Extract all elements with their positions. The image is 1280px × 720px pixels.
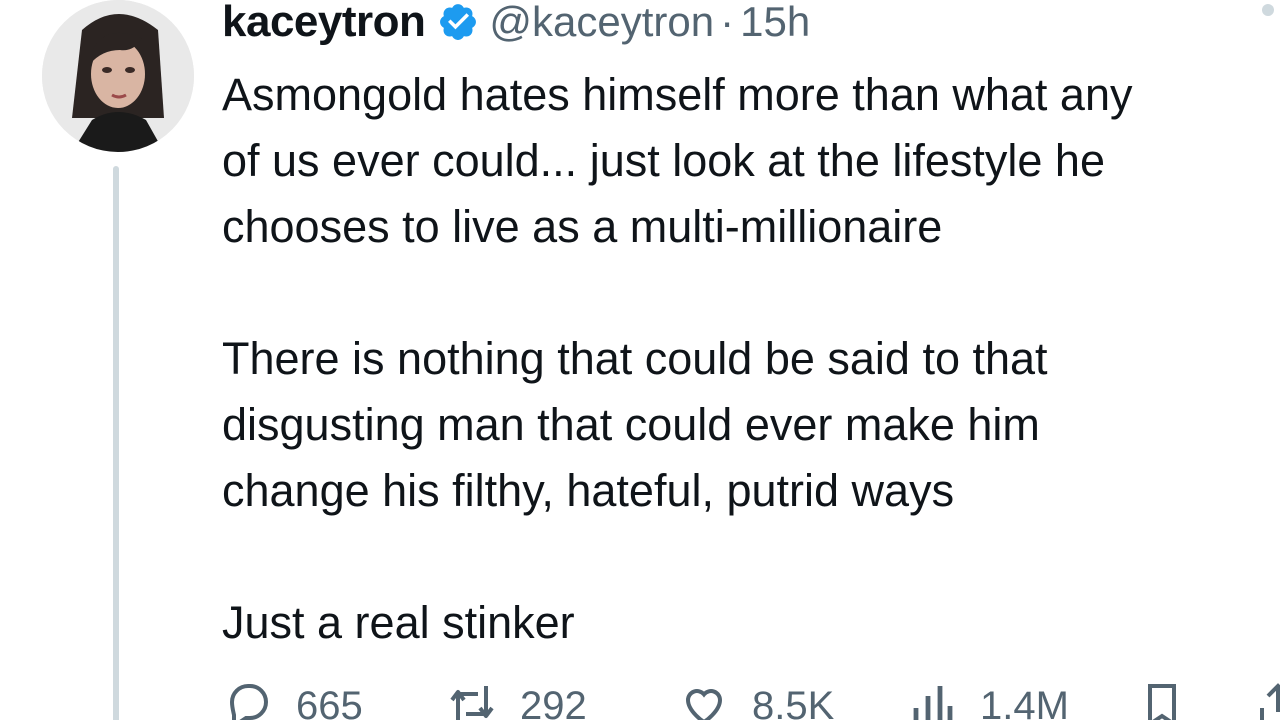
like-count: 8.5K bbox=[752, 684, 835, 720]
like-button[interactable]: 8.5K bbox=[680, 680, 834, 720]
views-button[interactable]: 1.4M bbox=[908, 680, 1069, 720]
timestamp[interactable]: 15h bbox=[740, 0, 810, 46]
bookmark-button[interactable] bbox=[1138, 680, 1210, 720]
more-dot bbox=[1262, 4, 1274, 16]
display-name[interactable]: kaceytron bbox=[222, 0, 426, 47]
tweet-paragraph: Asmongold hates himself more than what a… bbox=[222, 62, 1280, 260]
more-icon[interactable] bbox=[1262, 4, 1280, 16]
tweet-header: kaceytron @kaceytron · 15h bbox=[222, 0, 810, 50]
share-icon bbox=[1260, 683, 1280, 720]
action-bar: 665 292 8.5K 1.4M bbox=[222, 680, 1280, 720]
share-button[interactable] bbox=[1254, 680, 1280, 720]
bookmark-icon bbox=[1148, 684, 1176, 720]
views-icon bbox=[913, 686, 953, 720]
tweet[interactable]: kaceytron @kaceytron · 15h Asmongold hat… bbox=[0, 0, 1280, 720]
retweet-count: 292 bbox=[520, 684, 587, 720]
reply-count: 665 bbox=[296, 684, 363, 720]
retweet-button[interactable]: 292 bbox=[448, 680, 587, 720]
text-line: There is nothing that could be said to t… bbox=[222, 333, 1048, 384]
text-line: chooses to live as a multi-millionaire bbox=[222, 201, 943, 252]
tweet-text: Asmongold hates himself more than what a… bbox=[222, 62, 1280, 656]
views-count: 1.4M bbox=[980, 684, 1069, 720]
separator-dot: · bbox=[720, 0, 735, 45]
like-icon bbox=[685, 689, 723, 720]
reply-button[interactable]: 665 bbox=[224, 680, 363, 720]
text-line: Asmongold hates himself more than what a… bbox=[222, 69, 1133, 120]
text-line: change his filthy, hateful, putrid ways bbox=[222, 465, 955, 516]
tweet-paragraph: There is nothing that could be said to t… bbox=[222, 326, 1280, 524]
text-line: disgusting man that could ever make him bbox=[222, 399, 1040, 450]
reply-icon bbox=[229, 684, 269, 720]
retweet-icon bbox=[450, 686, 494, 720]
text-line: Just a real stinker bbox=[222, 597, 575, 648]
tweet-paragraph: Just a real stinker bbox=[222, 590, 1280, 656]
text-line: of us ever could... just look at the lif… bbox=[222, 135, 1105, 186]
verified-badge-icon bbox=[440, 4, 477, 40]
handle[interactable]: @kaceytron bbox=[489, 0, 714, 46]
thread-line bbox=[113, 166, 119, 720]
avatar[interactable] bbox=[42, 0, 194, 152]
